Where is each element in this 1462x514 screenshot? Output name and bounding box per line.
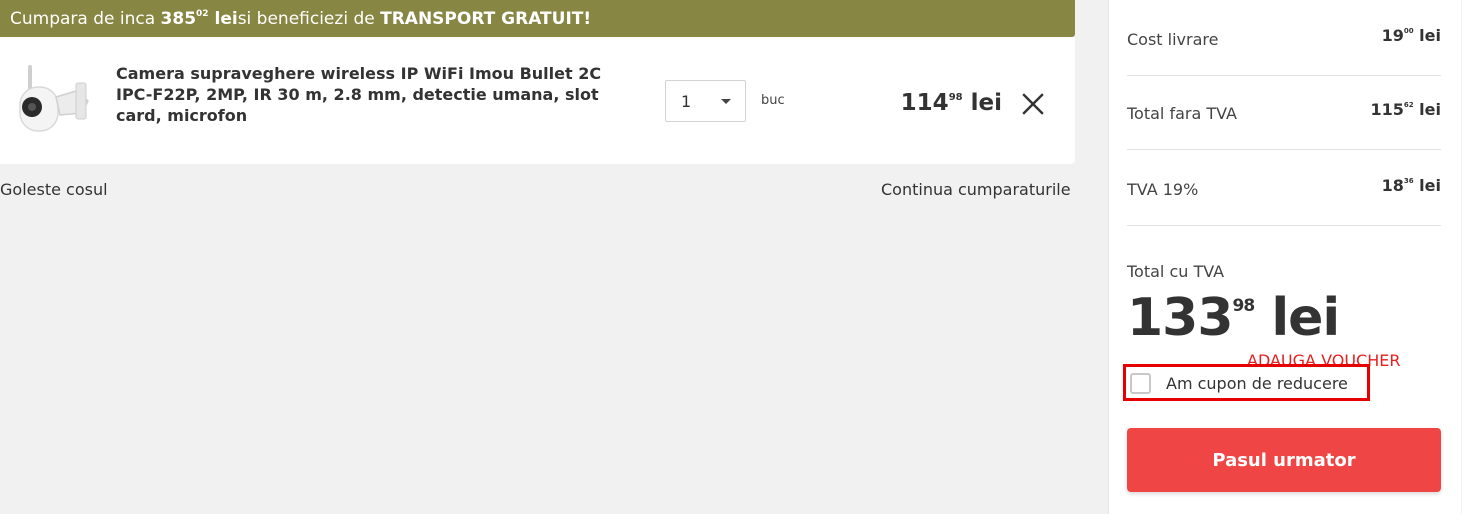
item-price: 11498 lei bbox=[900, 90, 1002, 116]
summary-label: Total fara TVA bbox=[1127, 104, 1237, 123]
empty-cart-link[interactable]: Goleste cosul bbox=[0, 180, 108, 199]
order-summary: Cost livrare 1900 lei Total fara TVA 115… bbox=[1108, 0, 1461, 514]
banner-amount: 38502 lei bbox=[160, 8, 238, 29]
quantity-select[interactable]: 1 bbox=[665, 80, 746, 122]
total-value: 13398 lei bbox=[1127, 288, 1340, 348]
coupon-highlight-box: Am cupon de reducere bbox=[1123, 364, 1370, 401]
banner-highlight: TRANSPORT GRATUIT! bbox=[380, 8, 592, 29]
continue-shopping-link[interactable]: Continua cumparaturile bbox=[881, 180, 1071, 199]
banner-prefix: Cumpara de inca bbox=[10, 8, 156, 29]
close-icon[interactable] bbox=[1022, 93, 1044, 115]
cart-page: Cumpara de inca 38502 lei si beneficiezi… bbox=[0, 0, 1462, 514]
next-step-button[interactable]: Pasul urmator bbox=[1127, 428, 1441, 492]
cart-item: Camera supraveghere wireless IP WiFi Imo… bbox=[0, 37, 1075, 164]
summary-value: 1836 lei bbox=[1381, 176, 1441, 195]
total-label: Total cu TVA bbox=[1127, 262, 1225, 281]
summary-value: 1900 lei bbox=[1381, 26, 1441, 45]
quantity-value: 1 bbox=[681, 91, 692, 111]
product-name[interactable]: Camera supraveghere wireless IP WiFi Imo… bbox=[116, 63, 616, 126]
summary-row-net-total: Total fara TVA 11562 lei bbox=[1127, 74, 1441, 150]
summary-label: Cost livrare bbox=[1127, 30, 1219, 49]
banner-middle: si beneficiezi de bbox=[237, 8, 375, 29]
summary-value: 11562 lei bbox=[1370, 100, 1441, 119]
free-shipping-banner: Cumpara de inca 38502 lei si beneficiezi… bbox=[0, 0, 1075, 37]
summary-row-vat: TVA 19% 1836 lei bbox=[1127, 150, 1441, 226]
product-thumbnail[interactable] bbox=[10, 57, 96, 143]
coupon-label[interactable]: Am cupon de reducere bbox=[1166, 374, 1348, 393]
coupon-checkbox[interactable] bbox=[1130, 373, 1151, 394]
chevron-down-icon bbox=[721, 99, 731, 104]
summary-row-shipping: Cost livrare 1900 lei bbox=[1127, 0, 1441, 76]
quantity-unit: buc bbox=[761, 93, 785, 108]
summary-label: TVA 19% bbox=[1127, 180, 1199, 199]
